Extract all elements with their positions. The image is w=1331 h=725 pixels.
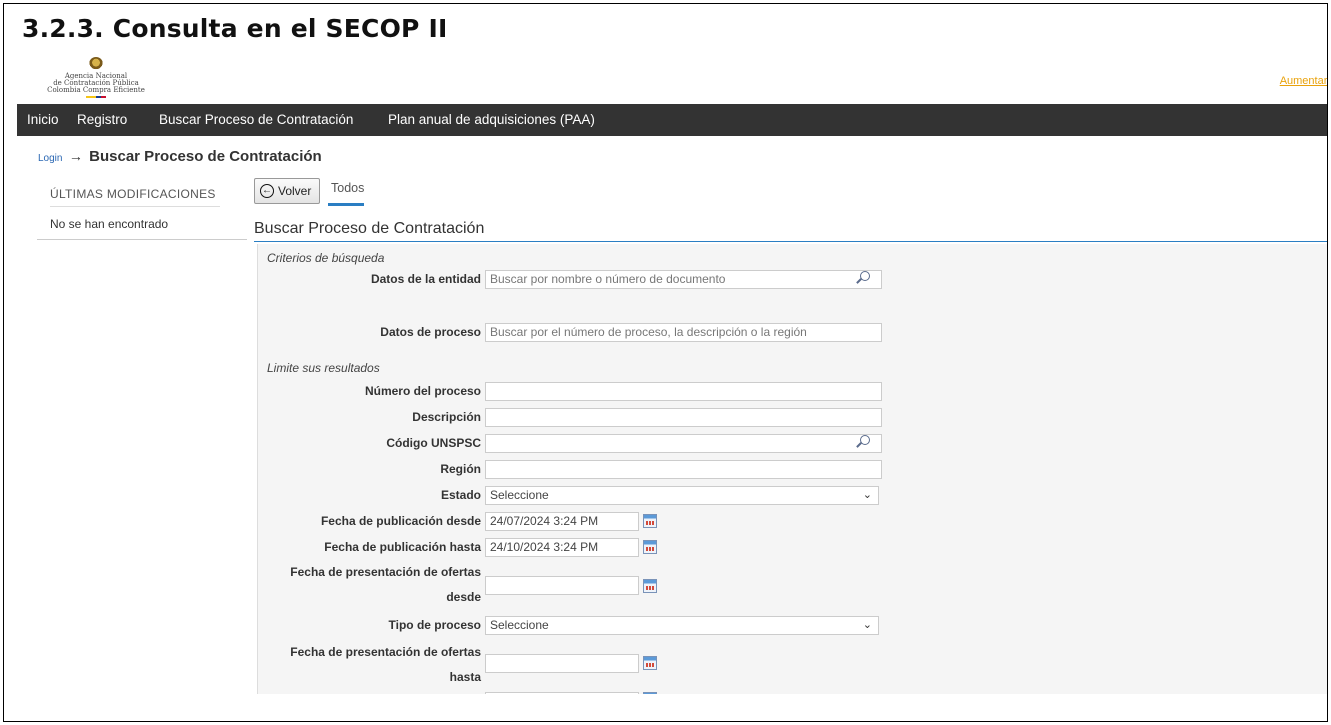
main-navbar: Inicio Registro Buscar Proceso de Contra… <box>17 104 1327 136</box>
calendar-icon[interactable] <box>643 692 657 694</box>
tab-active-indicator <box>328 203 364 206</box>
estado-label: Estado <box>440 488 481 502</box>
logo-line-3: Colombia Compra Eficiente <box>47 86 145 94</box>
recent-changes-empty: No se han encontrado <box>50 217 169 231</box>
crest-icon <box>89 57 103 71</box>
pub-hasta-input[interactable]: 24/10/2024 3:24 PM <box>485 538 639 557</box>
pub-desde-input[interactable]: 24/07/2024 3:24 PM <box>485 512 639 531</box>
ofertas-desde-label-2: desde <box>446 590 481 604</box>
increase-text-link[interactable]: Aumentar el <box>1280 75 1327 87</box>
back-button-label: Volver <box>278 184 312 198</box>
tipo-select[interactable]: Seleccione ⌄ <box>485 616 879 635</box>
nav-plan-anual[interactable]: Plan anual de adquisiciones (PAA) <box>388 104 595 136</box>
breadcrumb-login-link[interactable]: Login <box>38 153 62 164</box>
ofertas-desde-input[interactable] <box>485 576 639 595</box>
chevron-down-icon: ⌄ <box>862 619 872 631</box>
search-icon[interactable] <box>854 270 872 288</box>
search-icon[interactable] <box>854 434 872 452</box>
criteria-group-label: Criterios de búsqueda <box>267 251 385 265</box>
numero-label: Número del proceso <box>364 384 481 398</box>
nav-registro[interactable]: Registro <box>77 104 127 136</box>
back-button[interactable]: ← Volver <box>254 178 320 204</box>
agency-logo[interactable]: Agencia Nacional de Contratación Pública… <box>37 57 155 101</box>
calendar-icon[interactable] <box>643 579 657 593</box>
numero-input[interactable] <box>485 382 882 401</box>
tipo-selected: Seleccione <box>490 618 549 632</box>
unspsc-input[interactable] <box>485 434 882 453</box>
section-divider <box>254 241 1327 242</box>
entidad-search-input[interactable]: Buscar por nombre o número de documento <box>485 270 882 289</box>
limit-group-label: Limite sus resultados <box>267 361 380 375</box>
ofertas-desde-label: Fecha de presentación de ofertas <box>290 565 481 579</box>
region-label: Región <box>440 462 481 476</box>
ofertas-hasta-label-2: hasta <box>449 670 481 684</box>
breadcrumb-arrow: → <box>68 148 83 164</box>
arrow-left-circle-icon: ← <box>260 184 274 198</box>
nav-inicio[interactable]: Inicio <box>27 104 59 136</box>
descripcion-input[interactable] <box>485 408 882 427</box>
document-heading: 3.2.3. Consulta en el SECOP II <box>22 14 448 43</box>
chevron-down-icon: ⌄ <box>862 489 872 501</box>
estado-select[interactable]: Seleccione ⌄ <box>485 486 879 505</box>
descripcion-label: Descripción <box>412 410 481 424</box>
page-title: Buscar Proceso de Contratación <box>89 148 322 165</box>
region-input[interactable] <box>485 460 882 479</box>
entidad-label: Datos de la entidad <box>370 272 481 286</box>
divider <box>37 239 247 240</box>
calendar-icon[interactable] <box>643 656 657 670</box>
flag-icon <box>86 96 106 98</box>
nav-buscar-proceso[interactable]: Buscar Proceso de Contratación <box>159 104 353 136</box>
recent-changes-title: ÚLTIMAS MODIFICACIONES <box>50 187 216 201</box>
brand-bar: Agencia Nacional de Contratación Pública… <box>17 54 1327 104</box>
ofertas-hasta-input[interactable] <box>485 654 639 673</box>
proceso-data-label: Datos de proceso <box>380 325 481 339</box>
divider <box>50 206 220 207</box>
calendar-icon[interactable] <box>643 540 657 554</box>
pub-desde-label: Fecha de publicación desde <box>320 514 481 528</box>
breadcrumb: Login → Buscar Proceso de Contratación <box>38 148 322 165</box>
pub-hasta-label: Fecha de publicación hasta <box>324 540 481 554</box>
section-title: Buscar Proceso de Contratación <box>254 220 485 237</box>
tab-todos[interactable]: Todos <box>331 181 364 195</box>
tipo-label: Tipo de proceso <box>388 618 481 632</box>
estado-selected: Seleccione <box>490 488 549 502</box>
document-frame: 3.2.3. Consulta en el SECOP II Agencia N… <box>3 3 1328 722</box>
unspsc-label: Código UNSPSC <box>386 436 481 450</box>
proceso-search-input[interactable]: Buscar por el número de proceso, la desc… <box>485 323 882 342</box>
secop-screenshot: Agencia Nacional de Contratación Pública… <box>17 54 1327 694</box>
next-date-input[interactable] <box>485 692 639 694</box>
ofertas-hasta-label: Fecha de presentación de ofertas <box>290 645 481 659</box>
calendar-icon[interactable] <box>643 514 657 528</box>
